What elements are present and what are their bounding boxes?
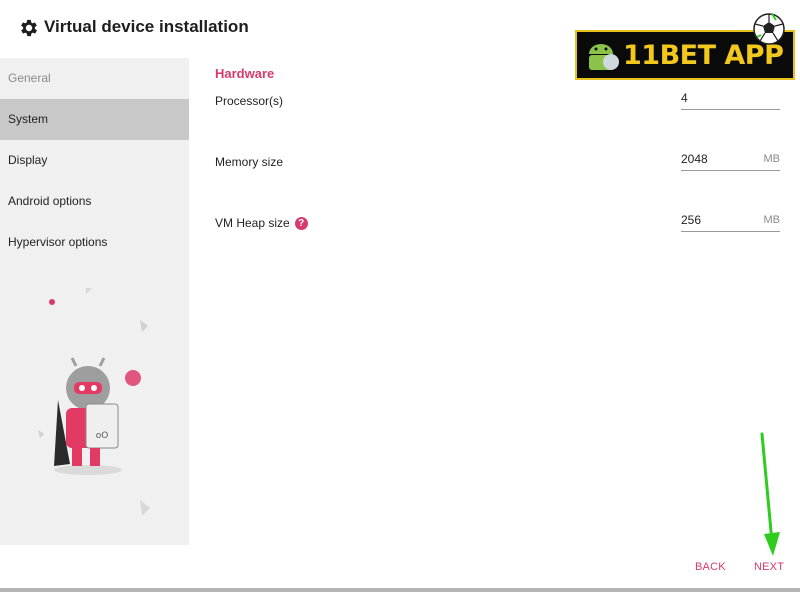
- sidebar-item-android-options[interactable]: Android options: [0, 181, 189, 222]
- settings-sidebar: General System Display Android options H…: [0, 58, 189, 545]
- svg-text:oO: oO: [96, 431, 109, 441]
- next-button[interactable]: NEXT: [754, 561, 784, 573]
- processors-label: Processor(s): [215, 94, 284, 108]
- memory-size-value: 2048: [681, 152, 708, 166]
- sidebar-item-hypervisor-options[interactable]: Hypervisor options: [0, 222, 189, 263]
- memory-size-unit: MB: [763, 153, 781, 165]
- dialog-footer: BACK NEXT: [0, 545, 800, 588]
- section-title: Hardware: [215, 66, 275, 81]
- window-title: Virtual device installation: [44, 17, 249, 36]
- sidebar-item-display[interactable]: Display: [0, 140, 189, 181]
- sidebar-item-general[interactable]: General: [0, 58, 189, 99]
- back-button[interactable]: BACK: [695, 561, 726, 573]
- processors-value: 4: [681, 91, 688, 105]
- soccer-ball-icon: [753, 13, 785, 45]
- memory-size-label: Memory size: [215, 155, 284, 169]
- memory-size-input[interactable]: 2048 MB: [681, 151, 780, 171]
- vm-heap-size-label: VM Heap size: [215, 216, 290, 230]
- vm-heap-size-unit: MB: [763, 214, 781, 226]
- settings-panel: Hardware Processor(s) 4 Memory size 2048…: [189, 58, 800, 545]
- processors-input[interactable]: 4: [681, 90, 780, 110]
- android-logo-icon: [589, 44, 619, 70]
- gear-icon: [21, 19, 37, 37]
- green-arrow-annotation: [760, 432, 780, 556]
- sidebar-item-system[interactable]: System: [0, 99, 189, 140]
- vm-heap-size-input[interactable]: 256 MB: [681, 212, 780, 232]
- vm-heap-size-value: 256: [681, 213, 702, 227]
- help-icon[interactable]: ?: [294, 217, 308, 230]
- vm-heap-size-row: VM Heap size?: [215, 216, 308, 230]
- robot-mascot-illustration: oO: [38, 288, 150, 516]
- window-bottom-edge: [0, 588, 800, 592]
